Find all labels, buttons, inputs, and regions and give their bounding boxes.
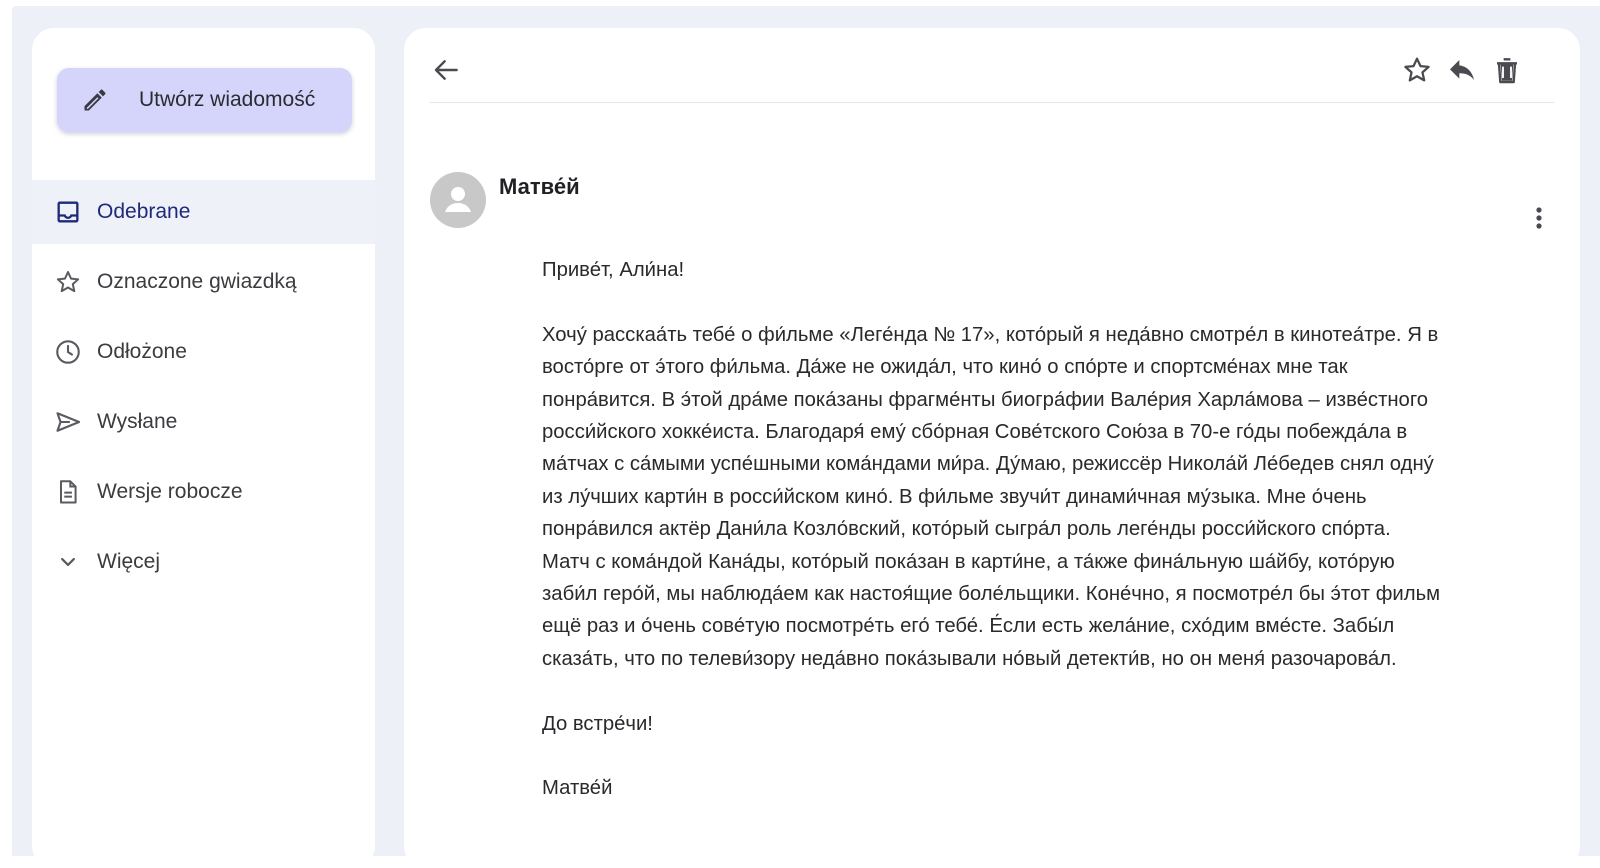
sidebar-item-starred[interactable]: Oznaczone gwiazdką xyxy=(32,250,375,314)
sidebar-item-more[interactable]: Więcej xyxy=(32,530,375,594)
message-body: Приве́т, Али́на! Хочу́ расскаа́ть тебе́ … xyxy=(542,254,1442,837)
reply-icon[interactable] xyxy=(1446,54,1478,86)
sidebar-item-label: Oznaczone gwiazdką xyxy=(97,270,297,293)
sidebar-item-label: Wysłane xyxy=(97,410,178,433)
sender-name: Матве́й xyxy=(499,174,580,199)
message-closing: До встре́чи! xyxy=(542,712,653,735)
trash-icon[interactable] xyxy=(1491,54,1523,86)
send-icon xyxy=(54,408,82,436)
document-icon xyxy=(54,478,82,506)
inbox-icon xyxy=(54,198,82,226)
pencil-icon xyxy=(81,86,109,114)
chevron-down-icon xyxy=(54,548,82,576)
sidebar-item-label: Więcej xyxy=(97,550,161,573)
sidebar-item-snoozed[interactable]: Odłożone xyxy=(32,320,375,384)
star-icon xyxy=(54,268,82,296)
clock-icon xyxy=(54,338,82,366)
back-arrow-icon[interactable] xyxy=(430,54,462,86)
message-toolbar xyxy=(430,28,1554,103)
sidebar-item-sent[interactable]: Wysłane xyxy=(32,390,375,454)
star-icon[interactable] xyxy=(1401,54,1433,86)
sidebar-item-label: Wersje robocze xyxy=(97,480,243,503)
sidebar: Utwórz wiadomość Odebrane Oznaczone gwia… xyxy=(32,28,375,868)
sidebar-item-label: Odłożone xyxy=(97,340,187,363)
more-options-icon[interactable] xyxy=(1534,204,1544,232)
sidebar-item-inbox[interactable]: Odebrane xyxy=(32,180,375,244)
message-paragraph: Хочу́ расскаа́ть тебе́ о фи́льме «Леге́н… xyxy=(542,323,1441,670)
message-signature: Матве́й xyxy=(542,777,613,800)
sidebar-nav: Odebrane Oznaczone gwiazdką Odłożone Wys… xyxy=(32,180,375,600)
sidebar-item-drafts[interactable]: Wersje robocze xyxy=(32,460,375,524)
message-greeting: Приве́т, Али́на! xyxy=(542,259,685,281)
message-view: Матве́й Приве́т, Али́на! Хочу́ расскаа́т… xyxy=(404,28,1580,868)
avatar xyxy=(430,172,486,228)
compose-button[interactable]: Utwórz wiadomość xyxy=(57,68,352,132)
sidebar-item-label: Odebrane xyxy=(97,200,191,223)
compose-label: Utwórz wiadomość xyxy=(139,88,316,111)
